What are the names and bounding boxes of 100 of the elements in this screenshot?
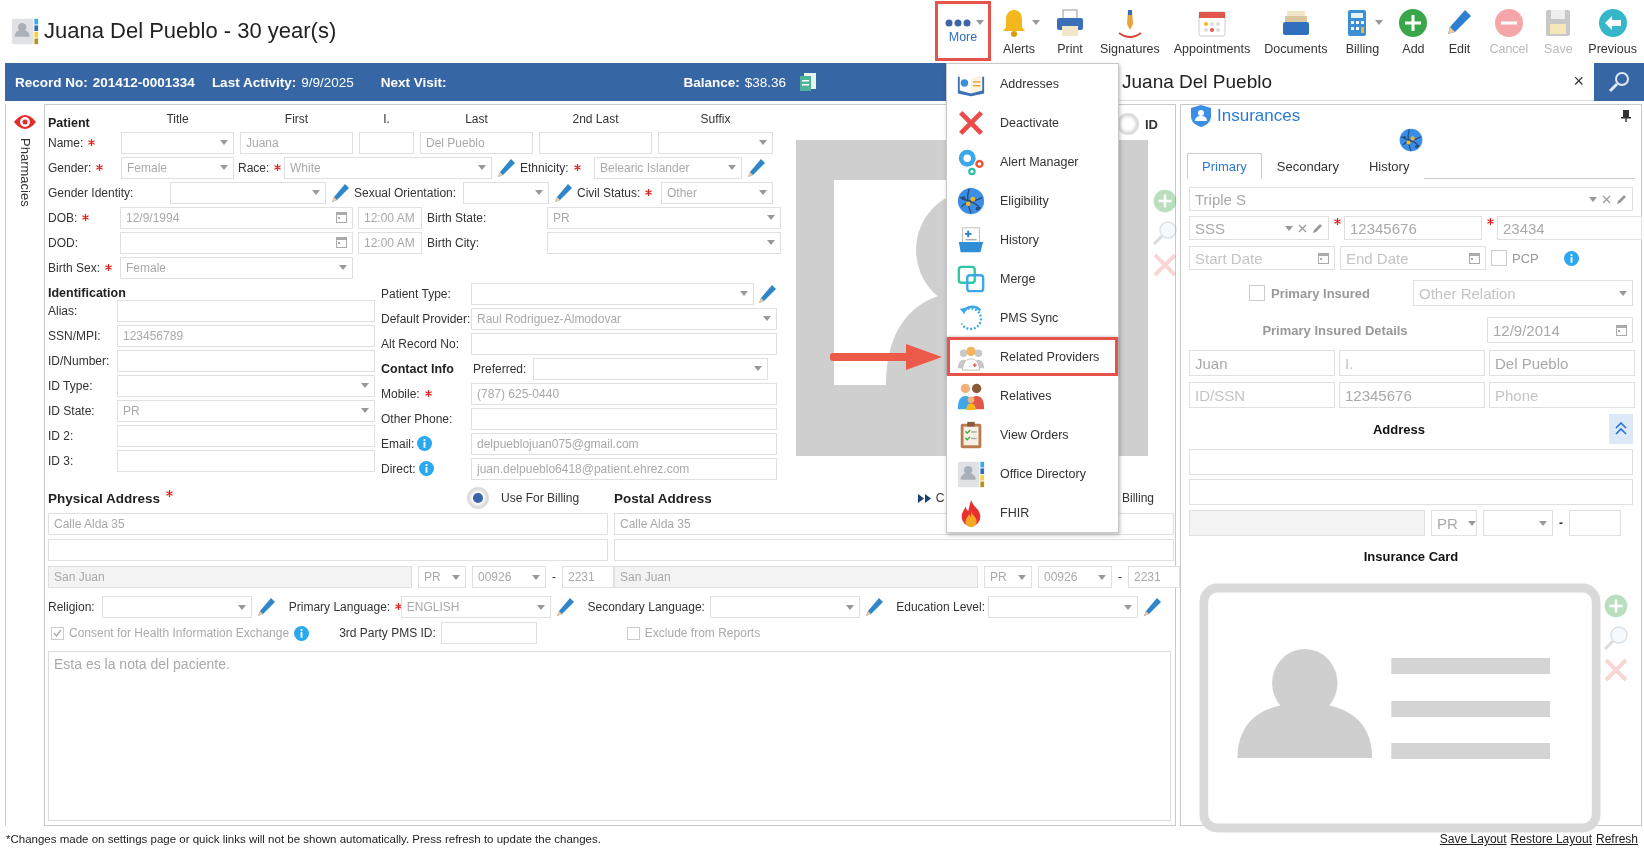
dropdown-field[interactable]: Female	[121, 156, 234, 179]
dropdown-field[interactable]	[471, 282, 754, 305]
search-button[interactable]	[1594, 62, 1644, 101]
dropdown-field[interactable]	[121, 131, 234, 154]
text-field[interactable]: San Juan	[48, 566, 412, 588]
toolbar-button[interactable]: Print	[1047, 1, 1093, 61]
toolbar-button[interactable]: More	[935, 1, 991, 61]
text-field[interactable]: Juan	[1189, 350, 1335, 376]
clear-icon[interactable]	[1298, 223, 1307, 233]
menu-item[interactable]: Relatives	[947, 376, 1118, 415]
copy-link[interactable]: C	[935, 491, 945, 505]
text-field[interactable]	[471, 332, 777, 355]
pencil-icon[interactable]	[757, 283, 777, 304]
text-field[interactable]	[1189, 510, 1425, 536]
close-button[interactable]: ×	[1563, 71, 1594, 92]
text-field[interactable]	[117, 424, 375, 447]
dropdown-field[interactable]: 00926	[472, 566, 546, 588]
menu-item[interactable]: Addresses	[947, 64, 1118, 103]
pencil-icon[interactable]	[863, 597, 884, 617]
pencil-icon[interactable]	[554, 597, 575, 617]
text-field[interactable]	[614, 539, 1174, 561]
dropdown-field[interactable]	[170, 181, 326, 204]
dropdown-field[interactable]	[658, 131, 773, 154]
text-field[interactable]: 12345676	[1339, 382, 1485, 408]
pencil-icon[interactable]	[1616, 193, 1627, 205]
search-icon[interactable]	[1152, 220, 1178, 246]
footer-link[interactable]: Refresh	[1595, 832, 1638, 846]
menu-item[interactable]: Alert Manager	[947, 142, 1118, 181]
dropdown-field[interactable]: SSS	[1189, 216, 1329, 240]
date-field[interactable]: Start Date	[1189, 246, 1335, 270]
menu-item[interactable]: FHIR	[947, 493, 1118, 532]
checkbox[interactable]	[1249, 285, 1265, 301]
text-field[interactable]	[1189, 479, 1633, 505]
text-field[interactable]: juan.delpueblo6418@patient.ehrez.com	[471, 457, 777, 480]
dropdown-field[interactable]: Belearic Islander	[594, 156, 742, 179]
text-field[interactable]: 123456789	[117, 324, 375, 347]
pencil-icon[interactable]	[553, 182, 573, 203]
cross-icon[interactable]	[1152, 252, 1178, 278]
dropdown-field[interactable]: PR	[984, 566, 1032, 588]
text-field[interactable]: 2231	[562, 566, 614, 588]
time-field[interactable]: 12:00 AM	[358, 231, 422, 254]
clear-icon[interactable]	[1602, 194, 1611, 204]
text-field[interactable]: ID/SSN	[1189, 382, 1335, 408]
eye-icon[interactable]	[13, 112, 37, 132]
date-field[interactable]: End Date	[1340, 246, 1486, 270]
dropdown-field[interactable]	[988, 596, 1139, 618]
toolbar-button[interactable]: Alerts	[991, 1, 1047, 61]
text-field[interactable]	[1189, 449, 1633, 475]
dropdown-field[interactable]	[1483, 510, 1553, 536]
tab[interactable]: Primary	[1187, 153, 1262, 179]
text-field[interactable]: delpueblojuan075@gmail.com	[471, 432, 777, 455]
dropdown-field[interactable]: Other Relation	[1413, 280, 1633, 306]
menu-item[interactable]: History	[947, 220, 1118, 259]
date-field[interactable]	[120, 231, 353, 254]
pencil-icon[interactable]	[746, 157, 766, 178]
checkbox[interactable]	[1491, 250, 1507, 266]
dropdown-field[interactable]: PR	[1431, 510, 1477, 536]
text-field[interactable]: Juana	[240, 131, 353, 154]
pencil-icon[interactable]	[1142, 597, 1163, 617]
time-field[interactable]: 12:00 AM	[358, 206, 422, 229]
checkbox[interactable]	[51, 626, 64, 640]
dropdown-field[interactable]	[533, 357, 768, 380]
text-field[interactable]: 23434	[1497, 216, 1642, 240]
info-icon[interactable]	[294, 625, 310, 641]
text-field[interactable]	[440, 622, 537, 644]
footer-link[interactable]: Save Layout	[1439, 832, 1507, 846]
search-icon[interactable]	[1603, 625, 1629, 651]
menu-item[interactable]: Eligibility	[947, 181, 1118, 220]
text-field[interactable]: (787) 625-0440	[471, 382, 777, 405]
info-icon[interactable]	[1563, 250, 1579, 266]
dropdown-field[interactable]: Raul Rodriguez-Almodovar	[471, 307, 777, 330]
date-field[interactable]: 12/9/1994	[120, 206, 353, 229]
text-field[interactable]	[117, 349, 375, 372]
dropdown-field[interactable]: Triple S	[1189, 187, 1633, 211]
toolbar-button[interactable]: Edit	[1436, 1, 1483, 61]
dropdown-field[interactable]: Female	[120, 256, 353, 279]
text-field[interactable]: 2231	[1128, 566, 1180, 588]
toolbar-button[interactable]: Documents	[1257, 1, 1335, 61]
double-arrow-icon[interactable]	[917, 493, 932, 503]
dropdown-field[interactable]: White	[284, 156, 492, 179]
sidebar-tab[interactable]: Pharmacies	[17, 138, 33, 207]
text-field[interactable]: I.	[1339, 350, 1485, 376]
receipt-icon[interactable]	[799, 72, 818, 92]
text-field[interactable]: Del Pueblo	[1489, 350, 1635, 376]
toolbar-button[interactable]: Appointments	[1166, 1, 1258, 61]
dropdown-field[interactable]	[463, 181, 549, 204]
pin-icon[interactable]	[1621, 110, 1631, 122]
info-icon[interactable]	[418, 461, 434, 476]
text-field[interactable]: Calle Alda 35	[48, 513, 608, 535]
menu-item[interactable]: Office Directory	[947, 454, 1118, 493]
menu-item[interactable]: Deactivate	[947, 103, 1118, 142]
text-field[interactable]	[471, 407, 777, 430]
text-field[interactable]	[1569, 510, 1621, 536]
dropdown-field[interactable]: 00926	[1038, 566, 1112, 588]
pencil-icon[interactable]	[330, 182, 350, 203]
text-field[interactable]	[359, 131, 414, 154]
pencil-icon[interactable]	[496, 157, 516, 178]
dropdown-field[interactable]	[102, 596, 252, 618]
dropdown-field[interactable]: ENGLISH	[400, 596, 551, 618]
menu-item[interactable]: Related Providers	[947, 337, 1118, 376]
